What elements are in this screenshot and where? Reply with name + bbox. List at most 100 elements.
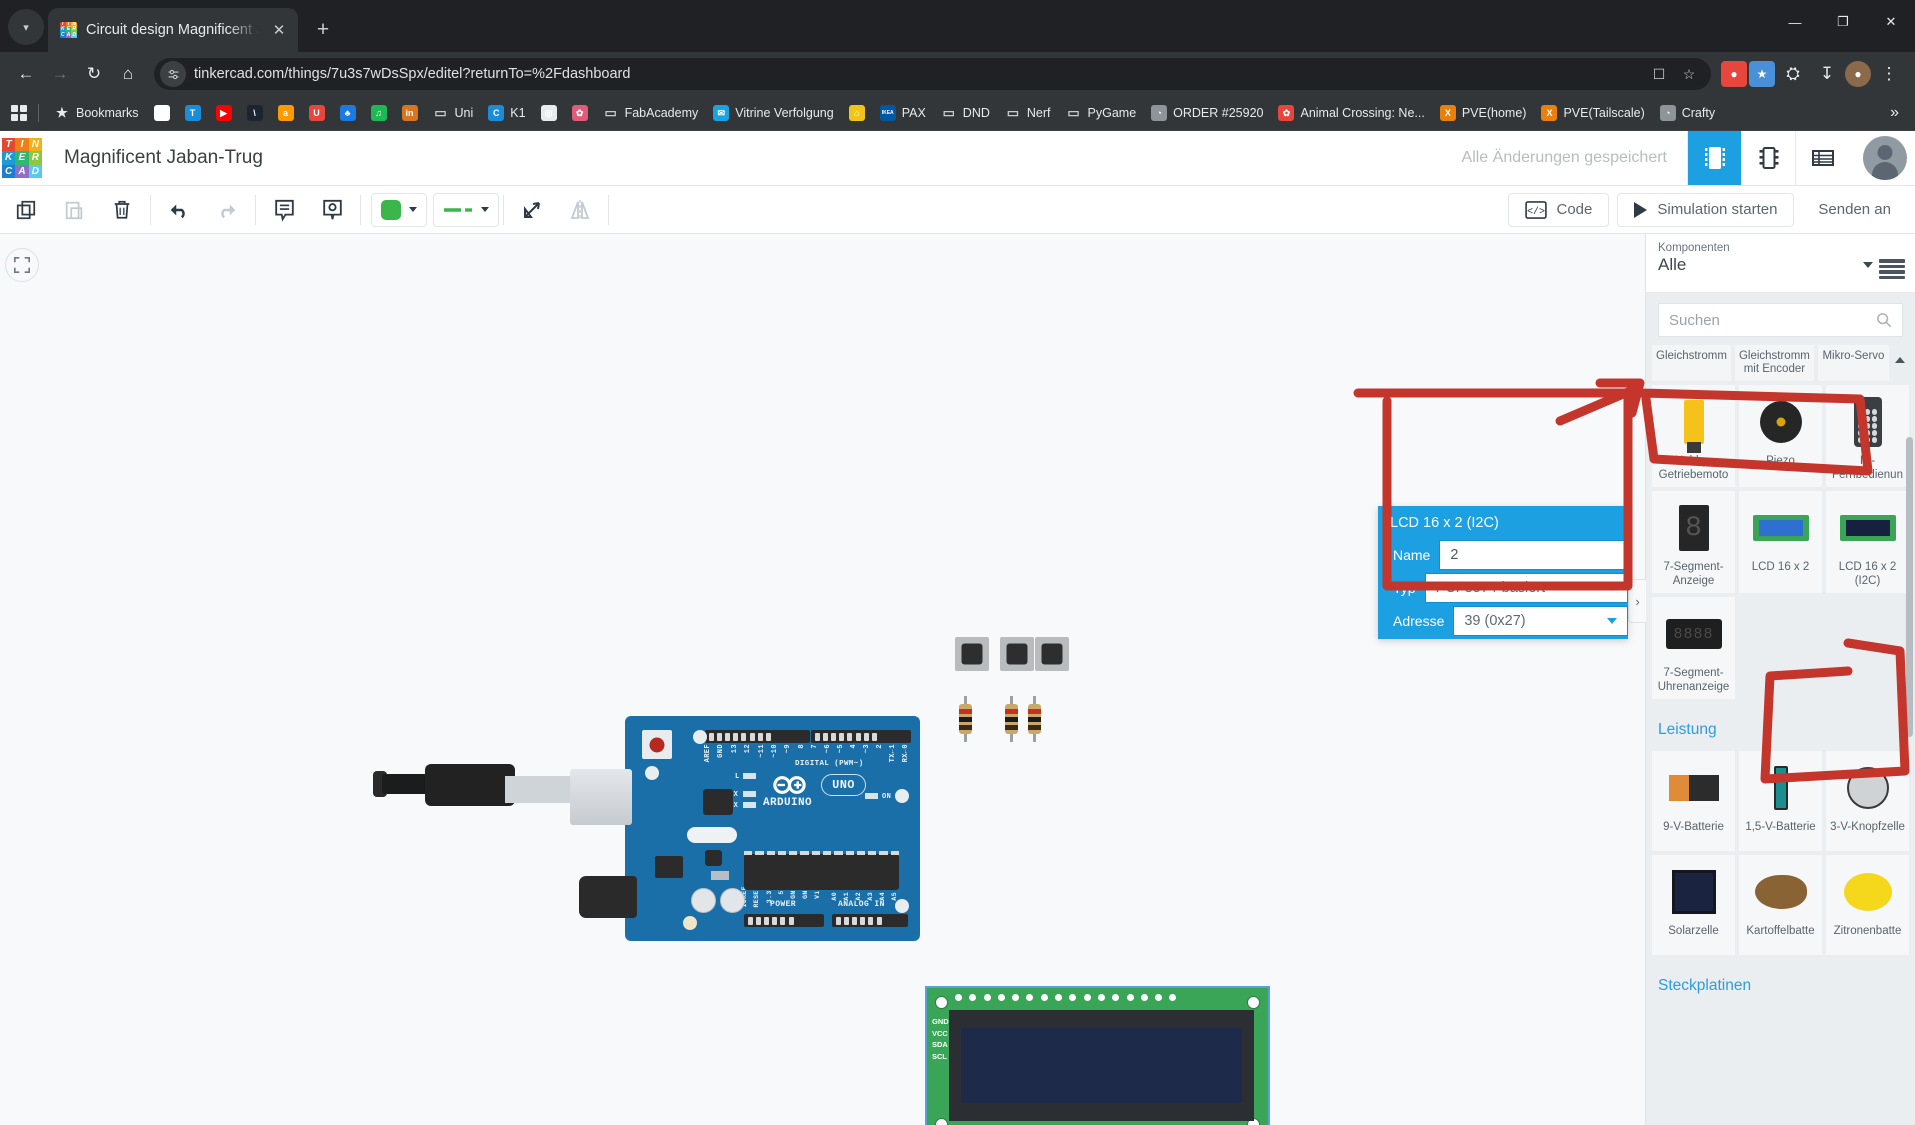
lcd-pin[interactable] [1069,994,1077,1001]
bookmark-item[interactable]: ▭ DND [934,102,997,124]
lcd-pin[interactable] [1040,994,1048,1001]
resistor-2[interactable] [1005,696,1018,742]
bookmark-item[interactable]: X PVE(Tailscale) [1534,102,1651,124]
component-tile[interactable]: 1,5-V-Batterie [1739,751,1822,851]
downloads-icon[interactable]: ↧ [1811,58,1843,90]
reset-button[interactable] [642,730,672,759]
chevron-down-icon[interactable] [1607,618,1617,624]
bookmark-item[interactable]: ▶ [209,102,239,124]
extension-icon-1[interactable]: ● [1721,61,1747,87]
lcd-pin[interactable] [1055,994,1063,1001]
bookmark-item[interactable]: ◔ ORDER #25920 [1144,102,1270,124]
sidebar-collapse-button[interactable]: › [1628,579,1646,623]
component-filter-tab[interactable]: Gleichstromm mit Encoder [1734,345,1814,381]
bookmark-item[interactable]: ✿ Animal Crossing: Ne... [1271,102,1431,124]
start-simulation-button[interactable]: Simulation starten [1617,192,1795,227]
lcd-pin[interactable] [1155,994,1163,1001]
property-input[interactable]: 2 [1439,540,1628,570]
tab-search-button[interactable]: ▾ [8,9,44,45]
component-tile[interactable]: 3-V-Knopfzelle [1826,751,1909,851]
mirror-button[interactable] [556,186,604,234]
lcd-pin[interactable] [1083,994,1091,1001]
home-icon[interactable]: ⌂ [112,58,144,90]
lcd-i2c-component[interactable]: GND VCC SDA SCL [925,986,1270,1125]
bookmark-item[interactable]: ▭ PyGame [1059,102,1144,124]
bookmark-item[interactable]: ▭ Uni [426,102,481,124]
bookmark-item[interactable]: in [395,102,425,124]
color-picker[interactable] [371,192,427,227]
chevron-up-icon[interactable] [1895,357,1905,363]
bookmark-item[interactable]: ★ Bookmarks [47,102,146,124]
components-scroll-area[interactable]: Hobby-Getriebemoto Piezo IR-Fernbedienun 8 7… [1646,381,1915,1125]
bookmark-item[interactable]: ✿ [565,102,595,124]
bookmark-item[interactable]: G [147,102,177,124]
lcd-pin[interactable] [1112,994,1120,1001]
paste-button[interactable] [50,186,98,234]
comment-button[interactable] [308,186,356,234]
lcd-pin[interactable] [1169,994,1177,1001]
redo-button[interactable] [203,186,251,234]
rotate-button[interactable] [508,186,556,234]
notes-button[interactable] [260,186,308,234]
apps-grid-icon[interactable] [8,102,30,124]
component-tile[interactable]: LCD 16 x 2 (I2C) [1826,491,1909,593]
lcd-pin[interactable] [983,994,991,1001]
lcd-pin[interactable] [969,994,977,1001]
bookmark-item[interactable]: \ [240,102,270,124]
back-icon[interactable]: ← [10,58,42,90]
bookmark-item[interactable]: U [302,102,332,124]
pushbutton-1[interactable] [955,637,989,671]
list-view-icon[interactable] [1879,256,1905,282]
bookmark-item[interactable]: ♫ [364,102,394,124]
bookmark-item[interactable]: X PVE(home) [1433,102,1534,124]
pushbutton-2[interactable] [1000,637,1034,671]
bookmark-item[interactable]: ▭ Nerf [998,102,1058,124]
extensions-puzzle-icon[interactable]: ⛭ [1777,58,1809,90]
component-tile[interactable]: Hobby-Getriebemoto [1652,385,1735,487]
extension-icon-2[interactable]: ★ [1749,61,1775,87]
wire-style-picker[interactable] [433,192,499,227]
undo-button[interactable] [155,186,203,234]
lcd-pin[interactable] [997,994,1005,1001]
pushbutton-3[interactable] [1035,637,1069,671]
lcd-pin[interactable] [955,994,962,1001]
component-tile[interactable]: LCD 16 x 2 [1739,491,1822,593]
component-filter-tab[interactable]: Mikro-Servo [1817,345,1889,381]
screen-share-icon[interactable]: ☐ [1647,62,1671,86]
forward-icon[interactable]: → [44,58,76,90]
profile-avatar-icon[interactable]: ● [1845,61,1871,87]
bookmark-item[interactable]: ✉ Vitrine Verfolgung [706,102,840,124]
send-to-button[interactable]: Senden an [1802,192,1907,227]
bookmark-item[interactable]: ◎ [534,102,564,124]
property-select[interactable]: 39 (0x27) [1453,606,1628,636]
lcd-pin[interactable] [1097,994,1105,1001]
code-button[interactable]: </> Code [1507,192,1610,227]
bookmarks-overflow-icon[interactable]: » [1882,104,1907,122]
component-tile[interactable]: Piezo [1739,385,1822,487]
address-bar[interactable]: tinkercad.com/things/7u3s7wDsSpx/editel?… [154,58,1711,90]
lcd-pin[interactable] [1140,994,1148,1001]
lcd-pin[interactable] [1012,994,1020,1001]
site-settings-icon[interactable] [160,61,186,87]
avatar[interactable] [1863,136,1907,180]
lcd-pin[interactable] [1026,994,1034,1001]
sidebar-scrollbar[interactable] [1906,437,1913,737]
component-tile[interactable]: 9-V-Batterie [1652,751,1735,851]
bookmark-item[interactable]: ⌂ [842,102,872,124]
components-filter-select[interactable]: Komponenten Alle [1658,242,1863,275]
circuit-canvas[interactable]: AREF GND 13 12 ~11 ~10 ~9 8 7 ~6 ~5 4 ~3 2 TX←1 RX←0 DI… [0,234,1645,1125]
resistor-3[interactable] [1028,696,1041,742]
fit-to-view-button[interactable] [5,248,39,282]
close-window-icon[interactable]: ✕ [1867,0,1915,44]
breadboard-view-button[interactable] [1687,131,1741,185]
resistor-1[interactable] [959,696,972,742]
component-tile[interactable]: IR-Fernbedienun [1826,385,1909,487]
bookmark-item[interactable]: IKEA PAX [873,102,933,124]
bookmark-item[interactable]: ◔ Crafty [1653,102,1722,124]
browser-tab[interactable]: TINKERCAD Circuit design Magnificent Jab… [48,8,298,52]
new-tab-button[interactable]: + [308,15,338,45]
search-input[interactable]: Suchen [1658,303,1903,337]
component-filter-tab[interactable]: Gleichstromm [1652,345,1731,381]
chevron-down-icon[interactable] [1607,585,1617,591]
schematic-view-button[interactable] [1741,131,1795,185]
